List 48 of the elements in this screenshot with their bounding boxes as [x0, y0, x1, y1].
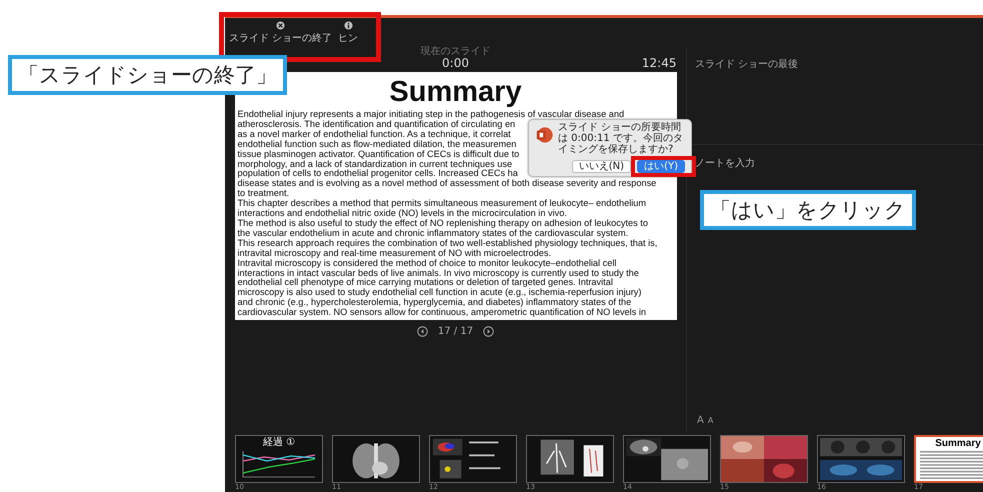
app-logo-icon	[535, 126, 553, 144]
next-slide-icon[interactable]	[483, 326, 494, 336]
info-icon	[344, 21, 353, 30]
slide-text-line: cardiovascular system. NO sensors allow for continuous, amperometric quantification of NO levels in	[238, 308, 646, 318]
slide-text-line: Intravital microscopy is considered the method of choice to monitor leukocyte–endothelial cell	[238, 258, 616, 268]
slide-text-line: morphology, and a lack of standardization in current techniques use	[238, 160, 512, 169]
slide-text-line: intravital microscopy and real-time measurement of NO with microelectrodes.	[238, 248, 552, 259]
thumbnail-title: 経過 ①	[262, 437, 296, 448]
slide-text-line: tissue plasminogen activator. Quantification of CECs is difficult due to	[238, 150, 520, 160]
slide-thumbnail[interactable]: Summary	[914, 435, 983, 483]
toolbar-button[interactable]: ヒン	[338, 21, 358, 48]
slide-text-line: disease states and is evolving as a novel method of assessment of both disease severity and response	[238, 179, 656, 190]
slide-text-line: This research approach requires the combination of two well-established physiology techniques, that is,	[238, 238, 658, 249]
highlight-frame	[631, 156, 696, 177]
slide-text-line: interactions and endothelial nitric oxide (NO) levels in the microcirculation in vivo.	[238, 209, 567, 219]
thumbnail-title: Summary	[935, 438, 981, 449]
dialog-message: スライド ショーの所要時間は 0:00:11 です。今回のタイミングを保存しますか?	[558, 122, 684, 155]
close-icon	[276, 21, 286, 30]
slide-text-line: endothelial function such as flow-mediated dilation, the measuremen	[238, 140, 516, 150]
elapsed-timer: 0:00	[442, 57, 469, 70]
slide-thumbnail[interactable]: 経過 ①	[235, 435, 323, 483]
clock-time: 12:45	[642, 56, 676, 70]
slide-text-line: and chronic (e.g., hypercholesterolemia, hyperglycemia, and diabetes) inflammatory states of the	[238, 298, 632, 308]
text-lines-drawing	[918, 451, 983, 481]
slide-text-line: endothelial cell phenotype of mice carrying mutations or deletion of targeted genes. Intravital	[238, 278, 613, 288]
callout-label: 「はい」をクリック	[700, 190, 916, 230]
slide-text-line: to treatment.	[238, 189, 290, 199]
notes-field[interactable]: ノートを入力	[695, 158, 835, 169]
toolbar-button[interactable]: スライド ショーの終了	[229, 21, 332, 48]
slide-title: Summary	[389, 75, 522, 109]
slide-text-line: atherosclerosis. The identification and quantification of circulating en	[238, 120, 516, 130]
slide-text-line: the vascular endothelium in acute and chronic inflammatory states of the cardiovascular system.	[238, 228, 628, 239]
next-slide-text: スライド ショーの最後	[695, 59, 798, 70]
slide-text-line: as a novel marker of endothelial function. As a technique, it correlat	[238, 130, 511, 140]
callout-label: 「スライドショーの終了」	[8, 55, 287, 95]
slide-text-line: population of cells to endothelial progenitor cells. Increased CECs ha	[238, 169, 518, 179]
slide-text-line: microscopy is also used to study endothelial cell function in acute (e.g., ischemia-reperfusion injury)	[238, 288, 642, 298]
slide-text-line: This chapter describes a method that permits simultaneous measurement of leukocyte– endothelium	[238, 199, 646, 209]
font-size-button[interactable]: A	[708, 416, 714, 425]
slide-text-line: Endothelial injury represents a major initiating step in the pathogenesis of vascular disease and	[238, 110, 624, 120]
slide-text-line: The method is also useful to study the effect of NO replenishing therapy on adhesion of leukocytes to	[238, 218, 648, 229]
font-size-button[interactable]: A	[697, 415, 704, 426]
current-slide-caption: 現在のスライド	[420, 47, 490, 57]
dialog-button[interactable]: はい(Y)	[637, 160, 685, 173]
slide-counter: 17 / 17	[438, 326, 474, 336]
slide-text-line: interactions in intact vascular beds of live animals. In vivo microscopy is currently used to study the	[238, 268, 639, 278]
dialog-button[interactable]: いいえ(N)	[572, 160, 632, 173]
previous-slide-icon[interactable]	[416, 326, 428, 336]
